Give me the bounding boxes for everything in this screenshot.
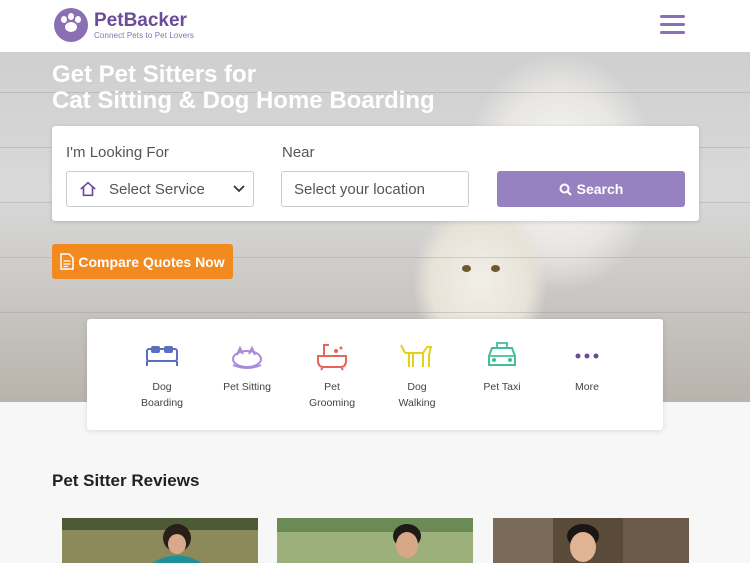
service-dog-walking[interactable]: Dog Walking [377, 341, 457, 411]
brand-name: PetBacker [94, 9, 187, 31]
near-label: Near [282, 144, 315, 161]
location-input[interactable] [281, 171, 469, 207]
reviews-heading: Pet Sitter Reviews [52, 471, 200, 490]
service-pet-taxi[interactable]: Pet Taxi [462, 341, 542, 395]
service-label: Pet Grooming [308, 381, 356, 409]
sleeping-pet-icon [232, 345, 262, 369]
service-label: Dog Boarding [140, 381, 184, 409]
looking-for-label: I'm Looking For [66, 144, 169, 161]
search-button-label: Search [576, 181, 624, 197]
review-photo [277, 518, 473, 563]
dog-walking-icon [400, 344, 433, 367]
service-label: Pet Sitting [223, 381, 271, 393]
search-icon [559, 183, 572, 196]
site-header: PetBacker Connect Pets to Pet Lovers [0, 0, 750, 52]
service-pet-sitting[interactable]: Pet Sitting [207, 341, 287, 395]
document-icon [60, 253, 75, 270]
more-dots-icon [575, 353, 599, 359]
bathtub-icon [317, 344, 347, 371]
review-card[interactable] [62, 518, 258, 563]
service-select[interactable]: Select Service [66, 171, 254, 207]
service-label: Pet Taxi [483, 381, 521, 393]
kitten-eye [491, 265, 500, 272]
service-label: More [575, 381, 599, 393]
paw-logo-icon [54, 8, 88, 42]
taxi-icon [488, 342, 516, 366]
review-card[interactable] [277, 518, 473, 563]
chevron-down-icon [233, 185, 245, 193]
hero-title: Get Pet Sitters for Cat Sitting & Dog Ho… [52, 61, 435, 114]
service-select-value: Select Service [109, 180, 205, 198]
services-panel: Dog Boarding Pet Sitting Pet Grooming Do… [87, 319, 663, 430]
service-dog-boarding[interactable]: Dog Boarding [122, 341, 202, 411]
brand-logo[interactable]: PetBacker Connect Pets to Pet Lovers [54, 8, 194, 42]
review-photo [62, 518, 258, 563]
hamburger-menu-icon[interactable] [660, 15, 685, 35]
kitten-eye [462, 265, 471, 272]
service-label: Dog Walking [398, 381, 436, 409]
search-button[interactable]: Search [497, 171, 685, 207]
bed-icon [146, 346, 178, 366]
service-more[interactable]: More [547, 341, 627, 395]
service-pet-grooming[interactable]: Pet Grooming [292, 341, 372, 411]
review-card[interactable] [493, 518, 689, 563]
brand-tagline: Connect Pets to Pet Lovers [94, 30, 194, 40]
review-photo [493, 518, 689, 563]
compare-quotes-button[interactable]: Compare Quotes Now [52, 244, 233, 279]
home-icon [80, 181, 96, 197]
search-panel: I'm Looking For Near Select Service Sear… [52, 126, 699, 221]
compare-quotes-label: Compare Quotes Now [78, 253, 225, 270]
